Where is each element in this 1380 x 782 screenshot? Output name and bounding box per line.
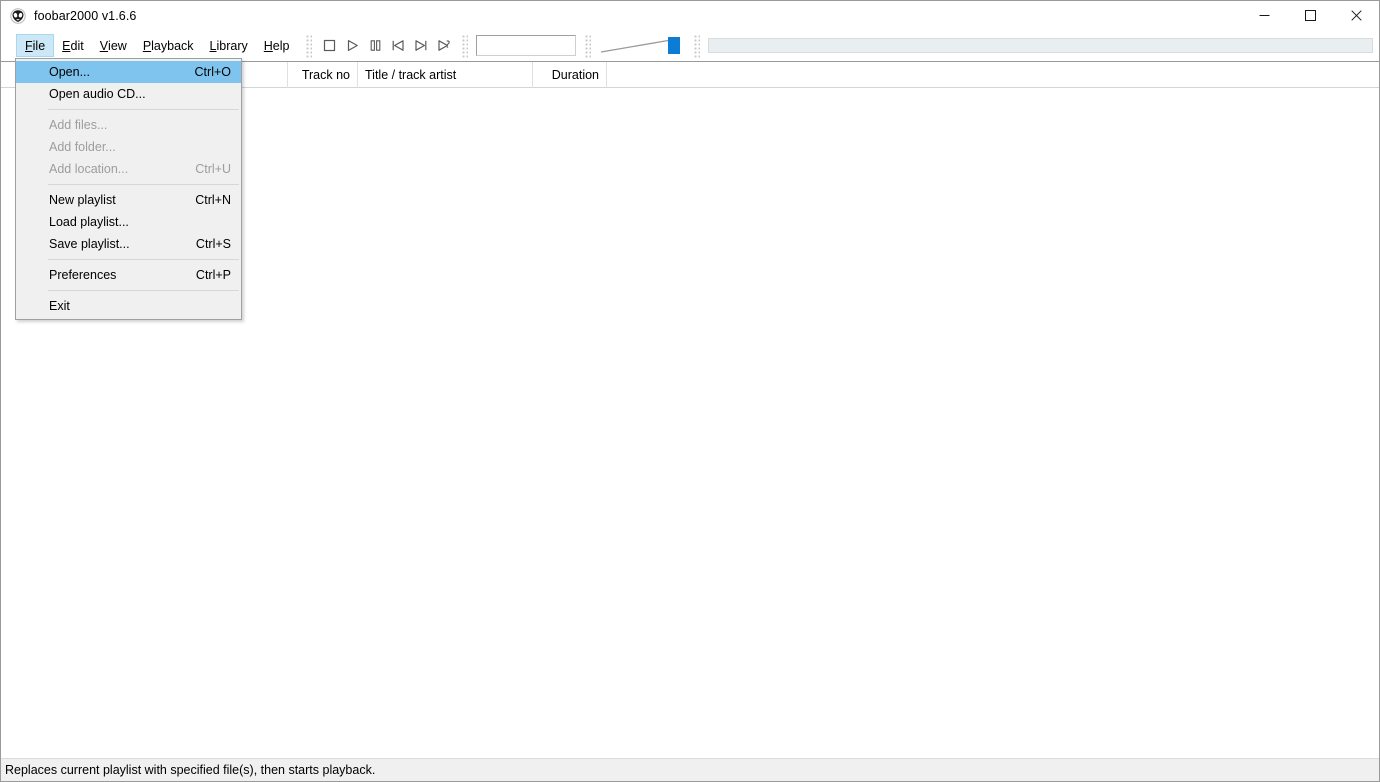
toolbar — [297, 30, 1379, 61]
menu-add-location-accel: Ctrl+U — [195, 162, 231, 176]
title-bar: foobar2000 v1.6.6 — [1, 1, 1379, 30]
menubar-item-help[interactable]: Help — [256, 34, 298, 57]
toolbar-gripper-volume[interactable] — [584, 33, 592, 58]
search-container — [470, 35, 582, 56]
previous-button[interactable] — [387, 35, 409, 57]
window-controls — [1241, 1, 1379, 30]
foobar2000-logo-icon — [10, 7, 26, 24]
play-button[interactable] — [341, 35, 363, 57]
menu-save-playlist-accel: Ctrl+S — [195, 237, 231, 251]
column-track-no[interactable]: Track no — [288, 62, 358, 88]
menu-load-playlist[interactable]: Load playlist... — [16, 211, 241, 233]
file-dropdown-menu: Open... Ctrl+O Open audio CD... Add file… — [15, 58, 242, 320]
close-button[interactable] — [1333, 1, 1379, 30]
stop-icon — [323, 39, 336, 52]
menu-save-playlist-label: Save playlist... — [49, 237, 130, 251]
column-extra[interactable] — [607, 62, 1379, 88]
search-input[interactable] — [476, 35, 577, 56]
menubar-item-playback[interactable]: Playback — [135, 34, 202, 57]
menu-separator-2 — [48, 184, 239, 185]
minimize-icon — [1259, 15, 1269, 16]
menu-preferences-label: Preferences — [49, 268, 117, 282]
maximize-icon — [1304, 10, 1316, 21]
menu-separator-3 — [48, 259, 239, 260]
seekbar-container — [702, 38, 1379, 53]
menu-open-label: Open... — [49, 65, 90, 79]
volume-container — [593, 34, 691, 58]
menu-open-accel: Ctrl+O — [194, 65, 231, 79]
maximize-button[interactable] — [1287, 1, 1333, 30]
stop-button[interactable] — [318, 35, 340, 57]
menu-add-location-label: Add location... — [49, 162, 129, 176]
menu-add-folder: Add folder... — [16, 136, 241, 158]
volume-slider-icon — [601, 36, 681, 54]
random-track-icon — [438, 40, 451, 51]
menubar-item-edit[interactable]: Edit — [54, 34, 92, 57]
menu-exit[interactable]: Exit — [16, 295, 241, 317]
foobar2000-window: foobar2000 v1.6.6 File E dit V iew P lay… — [0, 0, 1380, 782]
menu-open-audio-cd[interactable]: Open audio CD... — [16, 83, 241, 105]
menu-new-playlist[interactable]: New playlist Ctrl+N — [16, 189, 241, 211]
status-bar-text: Replaces current playlist with specified… — [5, 763, 376, 777]
volume-slider[interactable] — [599, 34, 685, 58]
menu-separator-4 — [48, 290, 239, 291]
menubar-item-view[interactable]: View — [92, 34, 135, 57]
column-duration[interactable]: Duration — [533, 62, 607, 88]
next-track-icon — [415, 40, 427, 51]
menu-add-folder-label: Add folder... — [49, 140, 116, 154]
status-bar: Replaces current playlist with specified… — [1, 758, 1379, 781]
toolbar-gripper-search[interactable] — [461, 33, 469, 58]
menubar-item-file[interactable]: File — [16, 34, 55, 57]
menu-bar-items: File Edit View Playback Library Help — [1, 30, 297, 61]
column-title[interactable]: Title / track artist — [358, 62, 533, 88]
previous-track-icon — [393, 40, 405, 51]
play-icon — [347, 40, 358, 51]
menu-load-playlist-label: Load playlist... — [49, 215, 129, 229]
menu-open[interactable]: Open... Ctrl+O — [16, 61, 241, 83]
window-title: foobar2000 v1.6.6 — [34, 8, 137, 23]
menu-new-playlist-label: New playlist — [49, 193, 116, 207]
menu-separator-1 — [48, 109, 239, 110]
close-icon — [1350, 10, 1362, 21]
transport-controls — [314, 35, 459, 57]
menu-preferences[interactable]: Preferences Ctrl+P — [16, 264, 241, 286]
menu-add-files: Add files... — [16, 114, 241, 136]
menu-bar: File Edit View Playback Library Help — [1, 30, 1379, 61]
menu-new-playlist-accel: Ctrl+N — [195, 193, 231, 207]
menu-add-location: Add location... Ctrl+U — [16, 158, 241, 180]
random-button[interactable] — [433, 35, 455, 57]
menu-preferences-accel: Ctrl+P — [195, 268, 231, 282]
title-bar-left: foobar2000 v1.6.6 — [1, 7, 1241, 24]
menu-save-playlist[interactable]: Save playlist... Ctrl+S — [16, 233, 241, 255]
menu-add-files-label: Add files... — [49, 118, 108, 132]
toolbar-gripper-seek[interactable] — [693, 33, 701, 58]
pause-icon — [370, 40, 381, 51]
menu-open-audio-cd-label: Open audio CD... — [49, 87, 146, 101]
next-button[interactable] — [410, 35, 432, 57]
minimize-button[interactable] — [1241, 1, 1287, 30]
toolbar-gripper-transport[interactable] — [305, 33, 313, 58]
menubar-item-library[interactable]: Library — [202, 34, 256, 57]
pause-button[interactable] — [364, 35, 386, 57]
seekbar[interactable] — [708, 38, 1373, 53]
menu-exit-label: Exit — [49, 299, 70, 313]
